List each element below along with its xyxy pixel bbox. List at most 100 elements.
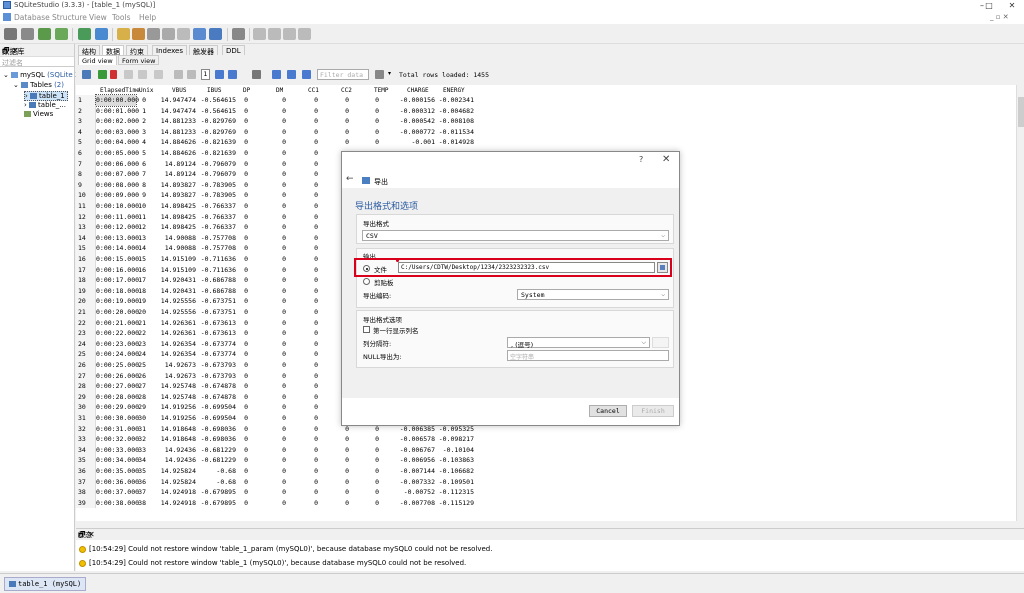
table-cell[interactable]: 0	[319, 434, 379, 445]
task-tab-table-1[interactable]: table_1 (mySQL)	[4, 577, 87, 591]
table-cell[interactable]: 0	[319, 95, 379, 106]
maximize-button[interactable]: □	[982, 0, 996, 11]
panel-controls[interactable]: 🗗 ✕	[2, 45, 71, 59]
tree-db-mysql[interactable]: ⌄ mySQL (SQLite 3)	[3, 71, 82, 79]
table-cell[interactable]: 0	[319, 106, 379, 117]
tab-grid-view[interactable]: Grid view	[78, 55, 117, 65]
export-format-select[interactable]: CSV ⌵	[362, 230, 669, 241]
close-window-button[interactable]: ✕	[1000, 0, 1024, 11]
finish-button[interactable]: Finish	[632, 405, 674, 417]
close-dialog-button[interactable]: ✕	[662, 154, 670, 165]
table-cell[interactable]: 0	[319, 466, 379, 477]
commit-icon[interactable]	[124, 70, 133, 79]
tab-structure[interactable]: 结构	[78, 45, 100, 56]
table-cell[interactable]: 0	[319, 445, 379, 456]
refresh-data-icon[interactable]	[82, 70, 91, 79]
cascade-icon[interactable]	[298, 28, 311, 40]
prev-page-icon[interactable]	[187, 70, 196, 79]
first-row-checkbox[interactable]	[363, 326, 370, 333]
tree-tables[interactable]: ⌄ Tables (2)	[13, 81, 64, 89]
table-cell[interactable]: -0.115129	[414, 498, 474, 509]
back-arrow-icon[interactable]: ←	[346, 174, 354, 184]
table-cell[interactable]: -0.004682	[414, 106, 474, 117]
vertical-scrollbar[interactable]	[1016, 85, 1024, 521]
table-cell[interactable]: -0.106682	[414, 466, 474, 477]
connect-icon[interactable]	[4, 28, 17, 40]
clipboard-radio[interactable]	[363, 278, 370, 285]
collation-icon[interactable]	[162, 28, 175, 40]
menu-database[interactable]: Database	[14, 13, 50, 22]
menu-help[interactable]: Help	[139, 13, 156, 22]
tab-constraints[interactable]: 约束	[126, 45, 148, 56]
table-cell[interactable]: -0.008108	[414, 116, 474, 127]
tree-table-2[interactable]: › table_...	[24, 101, 66, 109]
table-cell[interactable]: 0	[319, 127, 379, 138]
table-cell[interactable]: -0.014928	[414, 137, 474, 148]
table-cell[interactable]: -0.109501	[414, 477, 474, 488]
tile-icon[interactable]	[253, 28, 266, 40]
null-export-input[interactable]: 空字符串	[507, 350, 669, 361]
export-icon[interactable]	[209, 28, 222, 40]
menu-tools[interactable]: Tools	[112, 13, 130, 22]
table-cell[interactable]: -0.011534	[414, 127, 474, 138]
tab-data[interactable]: 数据	[102, 45, 124, 56]
import-icon[interactable]	[193, 28, 206, 40]
table-cell[interactable]: -0.10104	[414, 445, 474, 456]
add-database-icon[interactable]	[38, 28, 51, 40]
tile-vertical-icon[interactable]	[283, 28, 296, 40]
tab-ddl[interactable]: DDL	[222, 45, 245, 55]
menu-view[interactable]: View	[89, 13, 107, 22]
edit-database-icon[interactable]	[55, 28, 68, 40]
first-page-icon[interactable]	[174, 70, 183, 79]
scrollbar-thumb[interactable]	[1018, 97, 1024, 127]
table-cell[interactable]: -0.103863	[414, 455, 474, 466]
next-page-icon[interactable]	[215, 70, 224, 79]
separator-select[interactable]: , (逗号) ⌵	[507, 337, 650, 349]
cancel-icon[interactable]	[154, 70, 163, 79]
new-table-icon[interactable]	[117, 28, 130, 40]
encoding-select[interactable]: System ⌵	[517, 289, 669, 300]
table-cell[interactable]: 0	[319, 137, 379, 148]
expand-icon[interactable]: ⌄	[3, 71, 11, 79]
table-cell[interactable]: 0	[319, 116, 379, 127]
table-cell[interactable]: -0.112315	[414, 487, 474, 498]
rollback-icon[interactable]	[138, 70, 147, 79]
table-cell[interactable]: -0.002341	[414, 95, 474, 106]
tree-views[interactable]: Views	[24, 110, 53, 118]
chevron-down-icon[interactable]: ▾	[388, 70, 391, 77]
extension-icon[interactable]	[177, 28, 190, 40]
table-cell[interactable]: 0	[319, 487, 379, 498]
table-cell[interactable]: 0	[319, 477, 379, 488]
filter-icon[interactable]	[287, 70, 296, 79]
edit-table-icon[interactable]	[132, 28, 145, 40]
status-controls[interactable]: 🗗 ✕	[78, 529, 1021, 543]
help-button[interactable]: ?	[639, 155, 643, 164]
cancel-button[interactable]: Cancel	[589, 405, 627, 417]
disconnect-icon[interactable]	[21, 28, 34, 40]
tree-table-1[interactable]: › table_1	[24, 91, 68, 101]
function-icon[interactable]	[147, 28, 160, 40]
commit-filter-icon[interactable]	[302, 70, 311, 79]
separator-custom-input[interactable]	[652, 337, 669, 348]
mdi-controls[interactable]: _ ▫ ✕	[990, 13, 1009, 21]
tab-indexes[interactable]: Indexes	[152, 45, 188, 55]
sql-editor-icon[interactable]	[78, 28, 91, 40]
tab-triggers[interactable]: 触发器	[189, 45, 218, 56]
table-cell[interactable]: 0	[319, 498, 379, 509]
export-data-icon[interactable]	[252, 70, 261, 79]
menu-structure[interactable]: Structure	[52, 13, 87, 22]
tab-form-view[interactable]: Form view	[118, 55, 160, 65]
settings-icon[interactable]	[232, 28, 245, 40]
filter-data-input[interactable]: Filter data	[317, 69, 369, 80]
filter-mode-icon[interactable]	[375, 70, 384, 79]
refresh-icon[interactable]	[95, 28, 108, 40]
table-cell[interactable]: 0	[319, 455, 379, 466]
expand-icon[interactable]: ⌄	[13, 81, 21, 89]
last-page-icon[interactable]	[228, 70, 237, 79]
delete-row-icon[interactable]	[110, 70, 117, 79]
tile-horizontal-icon[interactable]	[268, 28, 281, 40]
table-cell[interactable]: -0.098217	[414, 434, 474, 445]
page-number-input[interactable]: 1	[201, 69, 210, 80]
insert-row-icon[interactable]	[98, 70, 107, 79]
import-data-icon[interactable]	[272, 70, 281, 79]
